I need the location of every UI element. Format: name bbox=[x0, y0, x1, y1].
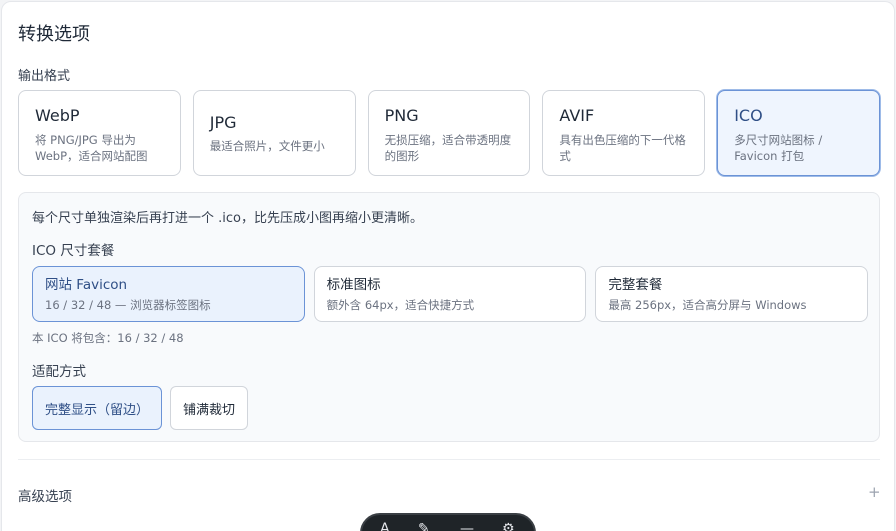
brush-tool-icon[interactable]: ✎ bbox=[418, 521, 430, 531]
settings-icon[interactable]: ⚙ bbox=[502, 521, 515, 531]
section-divider bbox=[18, 459, 880, 460]
format-desc: 最适合照片，文件更小 bbox=[209, 139, 325, 153]
ico-size-label: ICO 尺寸套餐 bbox=[32, 243, 115, 259]
fit-mode-options: 完整显示（留边） 铺满裁切 bbox=[32, 386, 249, 430]
format-card-avif[interactable]: AVIF 具有出色压缩的下一代格式 bbox=[542, 90, 706, 176]
size-name: 完整套餐 bbox=[608, 277, 663, 293]
output-format-label: 输出格式 bbox=[18, 69, 71, 84]
format-card-ico[interactable]: ICO 多尺寸网站图标 / Favicon 打包 bbox=[717, 90, 880, 176]
text-tool-icon[interactable]: A bbox=[380, 521, 390, 531]
floating-toolbar[interactable]: A ✎ — ⚙ bbox=[360, 513, 536, 531]
fit-mode-label: 适配方式 bbox=[32, 364, 86, 380]
ico-options-box: 每个尺寸单独渲染后再打进一个 .ico，比先压成小图再缩小更清晰。 ICO 尺寸… bbox=[18, 192, 880, 442]
ico-size-options: 网站 Favicon 16 / 32 / 48 — 浏览器标签图标 标准图标 额… bbox=[32, 266, 869, 322]
format-name: WebP bbox=[35, 106, 80, 125]
format-name: AVIF bbox=[559, 106, 595, 125]
format-name: PNG bbox=[384, 106, 419, 125]
size-name: 标准图标 bbox=[326, 277, 381, 293]
fit-cover-button[interactable]: 铺满裁切 bbox=[170, 386, 249, 430]
size-name: 网站 Favicon bbox=[45, 277, 128, 293]
plus-icon[interactable]: + bbox=[868, 483, 881, 501]
page-title: 转换选项 bbox=[18, 24, 90, 45]
conversion-options-panel: 转换选项 输出格式 WebP 将 PNG/JPG 导出为 WebP，适合网站配图… bbox=[1, 1, 895, 531]
size-desc: 额外含 64px，适合快捷方式 bbox=[326, 298, 475, 312]
fit-contain-button[interactable]: 完整显示（留边） bbox=[32, 386, 163, 430]
format-desc: 具有出色压缩的下一代格式 bbox=[559, 133, 686, 163]
line-tool-icon[interactable]: — bbox=[460, 521, 474, 531]
advanced-options-toggle[interactable]: 高级选项 bbox=[18, 485, 72, 505]
format-card-webp[interactable]: WebP 将 PNG/JPG 导出为 WebP，适合网站配图 bbox=[18, 90, 181, 176]
ico-note: 每个尺寸单独渲染后再打进一个 .ico，比先压成小图再缩小更清晰。 bbox=[32, 211, 423, 226]
format-name: JPG bbox=[209, 113, 237, 132]
format-desc: 多尺寸网站图标 / Favicon 打包 bbox=[734, 133, 823, 163]
size-card-standard[interactable]: 标准图标 额外含 64px，适合快捷方式 bbox=[313, 266, 587, 322]
size-desc: 最高 256px，适合高分屏与 Windows bbox=[608, 298, 807, 312]
format-options: WebP 将 PNG/JPG 导出为 WebP，适合网站配图 JPG 最适合照片… bbox=[18, 90, 880, 176]
format-desc: 将 PNG/JPG 导出为 WebP，适合网站配图 bbox=[35, 133, 148, 163]
format-card-png[interactable]: PNG 无损压缩，适合带透明度的图形 bbox=[367, 90, 531, 176]
size-desc: 16 / 32 / 48 — 浏览器标签图标 bbox=[45, 298, 211, 312]
size-card-full[interactable]: 完整套餐 最高 256px，适合高分屏与 Windows bbox=[595, 266, 869, 322]
format-desc: 无损压缩，适合带透明度的图形 bbox=[384, 133, 512, 163]
ico-contains-text: 本 ICO 将包含：16 / 32 / 48 bbox=[32, 331, 184, 345]
format-card-jpg[interactable]: JPG 最适合照片，文件更小 bbox=[192, 90, 356, 176]
size-card-favicon[interactable]: 网站 Favicon 16 / 32 / 48 — 浏览器标签图标 bbox=[32, 266, 305, 322]
format-name: ICO bbox=[734, 106, 763, 125]
